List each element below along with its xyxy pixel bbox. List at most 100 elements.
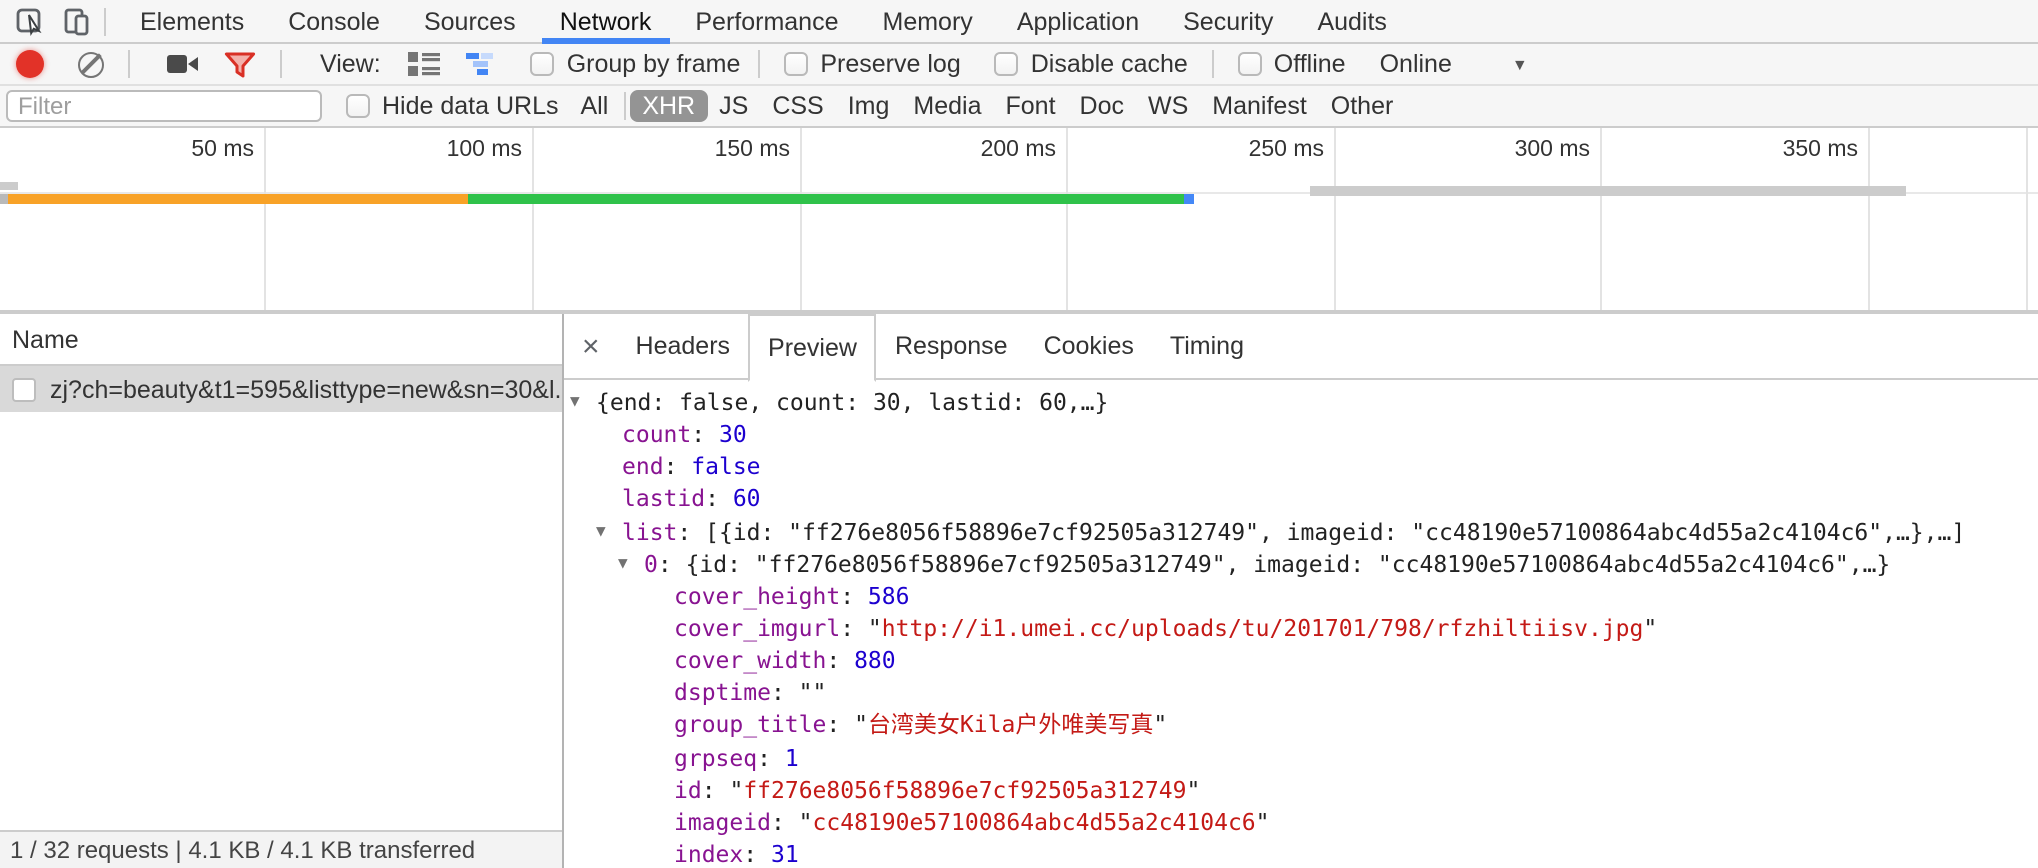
json-key: 0 (644, 549, 658, 577)
tab-memory[interactable]: Memory (861, 0, 995, 43)
tab-sources[interactable]: Sources (402, 0, 538, 43)
type-filter-xhr[interactable]: XHR (630, 90, 707, 122)
toolbar-divider (758, 50, 760, 78)
overview-gridline (2026, 128, 2028, 310)
network-overview[interactable]: 50 ms 100 ms 150 ms 200 ms 250 ms 300 ms… (0, 128, 2038, 314)
json-key: end (622, 453, 664, 481)
json-str: http://i1.umei.cc/uploads/tu/201701/798/… (882, 614, 1644, 642)
type-filter-ws[interactable]: WS (1136, 90, 1200, 122)
tabbar-divider (104, 7, 106, 35)
json-plain: : (702, 775, 730, 803)
details-tab-timing[interactable]: Timing (1152, 314, 1262, 379)
ruler-tick: 150 ms (646, 138, 790, 162)
throttling-select[interactable]: Online (1380, 50, 1452, 78)
waterfall-overview-icon[interactable] (467, 52, 501, 76)
toolbar-divider (280, 50, 282, 78)
type-filter-manifest[interactable]: Manifest (1200, 90, 1319, 122)
overview-bar-orange (8, 194, 468, 204)
preview-tree-row[interactable]: ▼{end: false, count: 30, lastid: 60,…} (564, 386, 2038, 418)
json-plain: : (743, 840, 771, 868)
details-tab-cookies[interactable]: Cookies (1026, 314, 1152, 379)
preserve-log-checkbox[interactable] (784, 52, 808, 76)
json-num: 1 (785, 743, 799, 771)
inspect-element-icon[interactable] (14, 5, 46, 37)
details-tab-preview[interactable]: Preview (748, 314, 877, 381)
offline-checkbox[interactable] (1238, 52, 1262, 76)
json-plain: : (664, 453, 692, 481)
tab-application[interactable]: Application (995, 0, 1161, 43)
json-quote: " (799, 808, 813, 836)
screenshot-camera-icon[interactable] (166, 52, 200, 76)
overview-gridline (1066, 128, 1068, 310)
details-tab-headers[interactable]: Headers (618, 314, 749, 379)
offline-label[interactable]: Offline (1274, 50, 1346, 78)
json-key: imageid (674, 808, 771, 836)
expander-arrow-icon[interactable]: ▼ (596, 515, 606, 547)
devtools-tabbar: Elements Console Sources Network Perform… (0, 0, 2038, 44)
json-quote: " (868, 614, 882, 642)
preview-tree-row[interactable]: ▼0: {id: "ff276e8056f58896e7cf92505a3127… (564, 547, 2038, 579)
json-quote: " (1186, 775, 1200, 803)
type-filter-css[interactable]: CSS (760, 90, 835, 122)
json-num: 30 (719, 420, 747, 448)
overview-bar-start (0, 194, 8, 204)
overview-bar-blue-tip (1184, 194, 1194, 204)
type-filter-js[interactable]: JS (707, 90, 760, 122)
request-row-selected[interactable]: zj?ch=beauty&t1=595&listtype=new&sn=30&l… (0, 366, 562, 412)
group-by-frame-label[interactable]: Group by frame (567, 50, 741, 78)
json-quote: " (1153, 711, 1167, 739)
tab-console[interactable]: Console (266, 0, 402, 43)
resource-file-icon (12, 377, 36, 401)
json-key: list (622, 517, 677, 545)
json-plain: : (771, 679, 799, 707)
group-by-frame-checkbox[interactable] (531, 52, 555, 76)
json-quote: " (729, 775, 743, 803)
network-main: Name zj?ch=beauty&t1=595&listtype=new&sn… (0, 314, 2038, 868)
type-filter-doc[interactable]: Doc (1068, 90, 1136, 122)
preserve-log-label[interactable]: Preserve log (820, 50, 960, 78)
preview-tree-row: grpseq: 1 (564, 741, 2038, 773)
details-tab-response[interactable]: Response (877, 314, 1026, 379)
type-filter-media[interactable]: Media (901, 90, 993, 122)
large-rows-icon[interactable] (409, 52, 441, 76)
tab-audits[interactable]: Audits (1295, 0, 1409, 43)
filter-input[interactable] (6, 90, 322, 122)
disable-cache-label[interactable]: Disable cache (1031, 50, 1188, 78)
filter-funnel-icon[interactable] (224, 51, 256, 77)
device-toolbar-icon[interactable] (60, 5, 92, 37)
type-filter-font[interactable]: Font (994, 90, 1068, 122)
disable-cache-checkbox[interactable] (995, 52, 1019, 76)
preview-tree-row: index: 31 (564, 838, 2038, 868)
type-filter-img[interactable]: Img (836, 90, 902, 122)
tab-security[interactable]: Security (1161, 0, 1295, 43)
json-num: 60 (733, 485, 761, 513)
json-key: cover_height (674, 582, 840, 610)
json-plain: : (757, 743, 785, 771)
json-plain: : (771, 808, 799, 836)
hide-data-urls-checkbox[interactable] (346, 94, 370, 118)
clear-icon[interactable] (78, 51, 104, 77)
tab-network[interactable]: Network (538, 0, 674, 43)
hide-data-urls-label[interactable]: Hide data URLs (382, 92, 559, 120)
type-filter-all[interactable]: All (569, 90, 621, 122)
devtools-window: Elements Console Sources Network Perform… (0, 0, 2038, 868)
close-details-icon[interactable]: × (564, 329, 618, 363)
ruler-tick: 50 ms (110, 138, 254, 162)
json-quote: "" (799, 679, 827, 707)
preview-tree-row: id: "ff276e8056f58896e7cf92505a312749" (564, 773, 2038, 805)
json-str: 台湾美女Kila户外唯美写真 (868, 711, 1153, 739)
expander-arrow-icon[interactable]: ▼ (570, 386, 580, 418)
type-filter-other[interactable]: Other (1319, 90, 1406, 122)
json-key: group_title (674, 711, 826, 739)
name-column-header[interactable]: Name (0, 314, 562, 366)
tab-performance[interactable]: Performance (673, 0, 860, 43)
requests-summary: 1 / 32 requests | 4.1 KB / 4.1 KB transf… (10, 836, 475, 864)
toolbar-divider (128, 50, 130, 78)
filter-divider (624, 92, 626, 120)
expander-arrow-icon[interactable]: ▼ (618, 547, 628, 579)
record-icon[interactable] (16, 50, 44, 78)
throttling-dropdown-arrow-icon[interactable]: ▼ (1512, 55, 1528, 73)
tab-elements[interactable]: Elements (118, 0, 266, 43)
preview-tree-row[interactable]: ▼list: [{id: "ff276e8056f58896e7cf92505a… (564, 515, 2038, 547)
json-plain: : (840, 614, 868, 642)
